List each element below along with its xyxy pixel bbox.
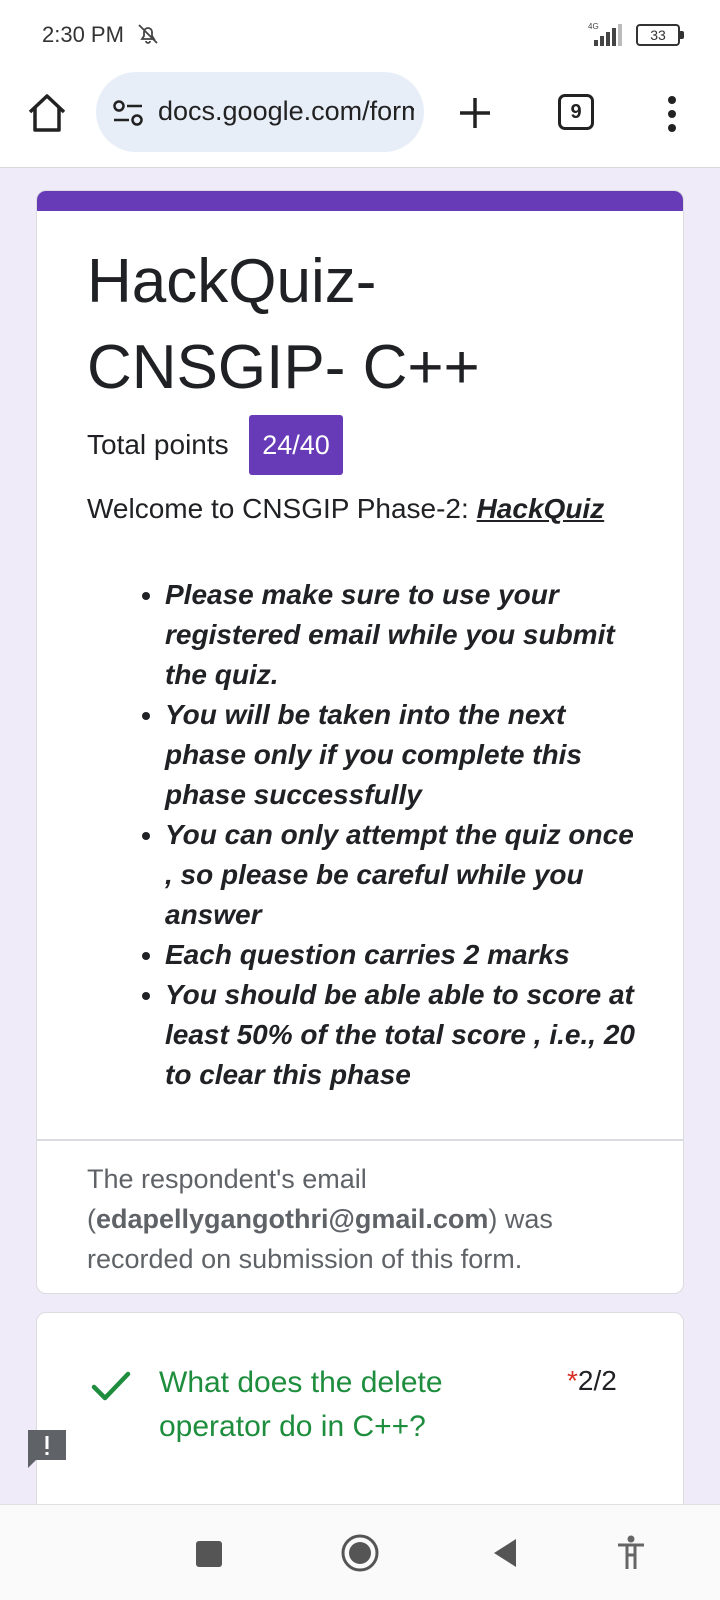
browser-toolbar: docs.google.com/form 9 [0,70,720,168]
signal-icon: 4G [588,22,622,46]
points-badge: 24/40 [249,415,343,475]
page-content: HackQuiz- CNSGIP- C++ Total points 24/40… [0,168,720,1504]
recent-apps-icon[interactable] [196,1541,222,1567]
home-circle-icon[interactable] [340,1533,380,1573]
form-title: HackQuiz- CNSGIP- C++ [87,247,480,402]
plus-icon[interactable] [452,90,498,136]
required-mark: * [567,1365,578,1396]
score-value: 2/2 [577,1365,617,1396]
respondent-email: edapellygangothri@gmail.com [96,1204,489,1234]
question-card: What does the delete operator do in C++?… [36,1312,684,1504]
email-note: The respondent's email (edapellygangothr… [87,1159,607,1279]
rule-item: You can only attempt the quiz once , so … [165,815,635,935]
feedback-icon[interactable] [26,1428,68,1470]
address-bar[interactable]: docs.google.com/form [96,72,424,152]
rule-item: Please make sure to use your registered … [165,575,635,695]
more-vert-icon[interactable] [650,90,694,138]
rule-item: Each question carries 2 marks [165,935,635,975]
divider [37,1139,683,1141]
battery-icon: 33 [636,24,684,46]
url-text[interactable]: docs.google.com/form [158,96,414,127]
points-label: Total points [87,429,229,460]
status-bar: 2:30 PM 4G 33 [0,0,720,70]
welcome-prefix: Welcome to CNSGIP Phase-2: [87,493,477,524]
welcome-text: Welcome to CNSGIP Phase-2: HackQuiz [87,493,667,525]
tab-switcher-button[interactable]: 9 [558,94,594,130]
welcome-link[interactable]: HackQuiz [477,493,605,524]
battery-level: 33 [636,24,680,46]
question-score: *2/2 [567,1365,617,1397]
network-type: 4G [588,22,599,31]
rule-item: You should be able able to score at leas… [165,975,635,1095]
accessibility-icon[interactable] [616,1535,646,1571]
site-settings-icon[interactable] [112,98,144,128]
status-time: 2:30 PM [42,22,124,47]
rules-list: Please make sure to use your registered … [165,575,635,1095]
checkmark-icon [91,1371,131,1401]
rule-item: You will be taken into the next phase on… [165,695,635,815]
bell-off-icon [138,24,158,44]
header-accent-bar [37,191,683,211]
question-title: What does the delete operator do in C++? [159,1366,443,1443]
form-header-card: HackQuiz- CNSGIP- C++ Total points 24/40… [36,190,684,1294]
system-nav-bar [0,1504,720,1600]
home-icon[interactable] [24,90,70,136]
back-icon[interactable] [492,1537,518,1569]
